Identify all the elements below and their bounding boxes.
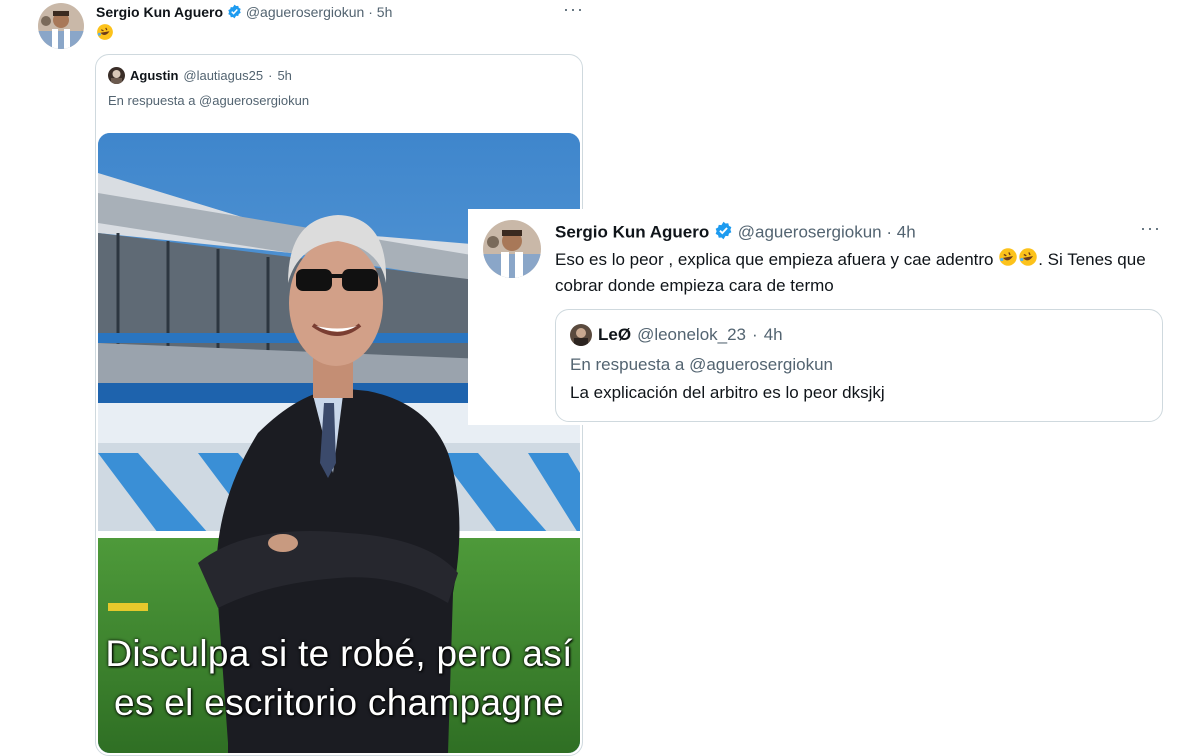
author-handle[interactable]: @aguerosergiokun xyxy=(246,4,365,20)
rofl-emoji-icon xyxy=(998,247,1018,274)
quoted-tweet[interactable]: LeØ @leonelok_23 · 4h En respuesta a @ag… xyxy=(555,309,1163,422)
tweet-header: Sergio Kun Aguero @aguerosergiokun · 4h xyxy=(555,221,916,245)
verified-badge-icon xyxy=(714,221,733,245)
tweet-body xyxy=(96,23,114,46)
meme-caption-line-2: es el escritorio champagne xyxy=(114,682,564,723)
quoted-timestamp[interactable]: 5h xyxy=(277,68,291,83)
separator-dot: · xyxy=(886,222,893,242)
quoted-author-avatar xyxy=(108,67,125,84)
tweet-text-part-1: Eso es lo peor , explica que empieza afu… xyxy=(555,249,999,269)
quoted-author-name[interactable]: LeØ xyxy=(598,325,631,345)
author-avatar[interactable] xyxy=(38,3,84,49)
tweet-text: Eso es lo peor , explica que empieza afu… xyxy=(555,247,1175,298)
rofl-emoji-icon xyxy=(1018,247,1038,274)
author-name[interactable]: Sergio Kun Aguero xyxy=(96,4,223,20)
quoted-timestamp[interactable]: 4h xyxy=(764,325,783,345)
quoted-author-name[interactable]: Agustin xyxy=(130,68,178,83)
more-options-icon[interactable]: ··· xyxy=(1140,219,1161,237)
quoted-tweet-text: La explicación del arbitro es lo peor dk… xyxy=(570,383,885,402)
quoted-author-avatar xyxy=(570,324,592,346)
separator-dot: · xyxy=(752,325,758,344)
timestamp[interactable]: 4h xyxy=(897,222,916,241)
quoted-author-handle[interactable]: @leonelok_23 xyxy=(637,325,746,345)
more-options-icon[interactable]: ··· xyxy=(563,0,584,18)
separator-dot: · xyxy=(368,4,373,20)
quoted-author-handle[interactable]: @lautiagus25 xyxy=(183,68,263,83)
tweet-2[interactable]: Sergio Kun Aguero @aguerosergiokun · 4h … xyxy=(468,209,1184,425)
author-name[interactable]: Sergio Kun Aguero xyxy=(555,222,709,241)
meme-caption-line-1: Disculpa si te robé, pero así xyxy=(105,633,573,674)
author-handle[interactable]: @aguerosergiokun xyxy=(738,222,882,241)
verified-badge-icon xyxy=(227,4,242,22)
rofl-emoji-icon xyxy=(96,23,114,46)
tweet-header: Sergio Kun Aguero @aguerosergiokun · 5h xyxy=(96,4,392,22)
reply-context: En respuesta a @aguerosergiokun xyxy=(108,93,310,108)
quoted-tweet-header: LeØ @leonelok_23 · 4h xyxy=(570,324,783,346)
timestamp[interactable]: 5h xyxy=(377,4,393,20)
quoted-tweet-header: Agustin @lautiagus25 · 5h xyxy=(108,67,292,84)
author-avatar[interactable] xyxy=(483,220,541,278)
reply-context: En respuesta a @aguerosergiokun xyxy=(570,355,833,374)
separator-dot: · xyxy=(268,68,273,83)
